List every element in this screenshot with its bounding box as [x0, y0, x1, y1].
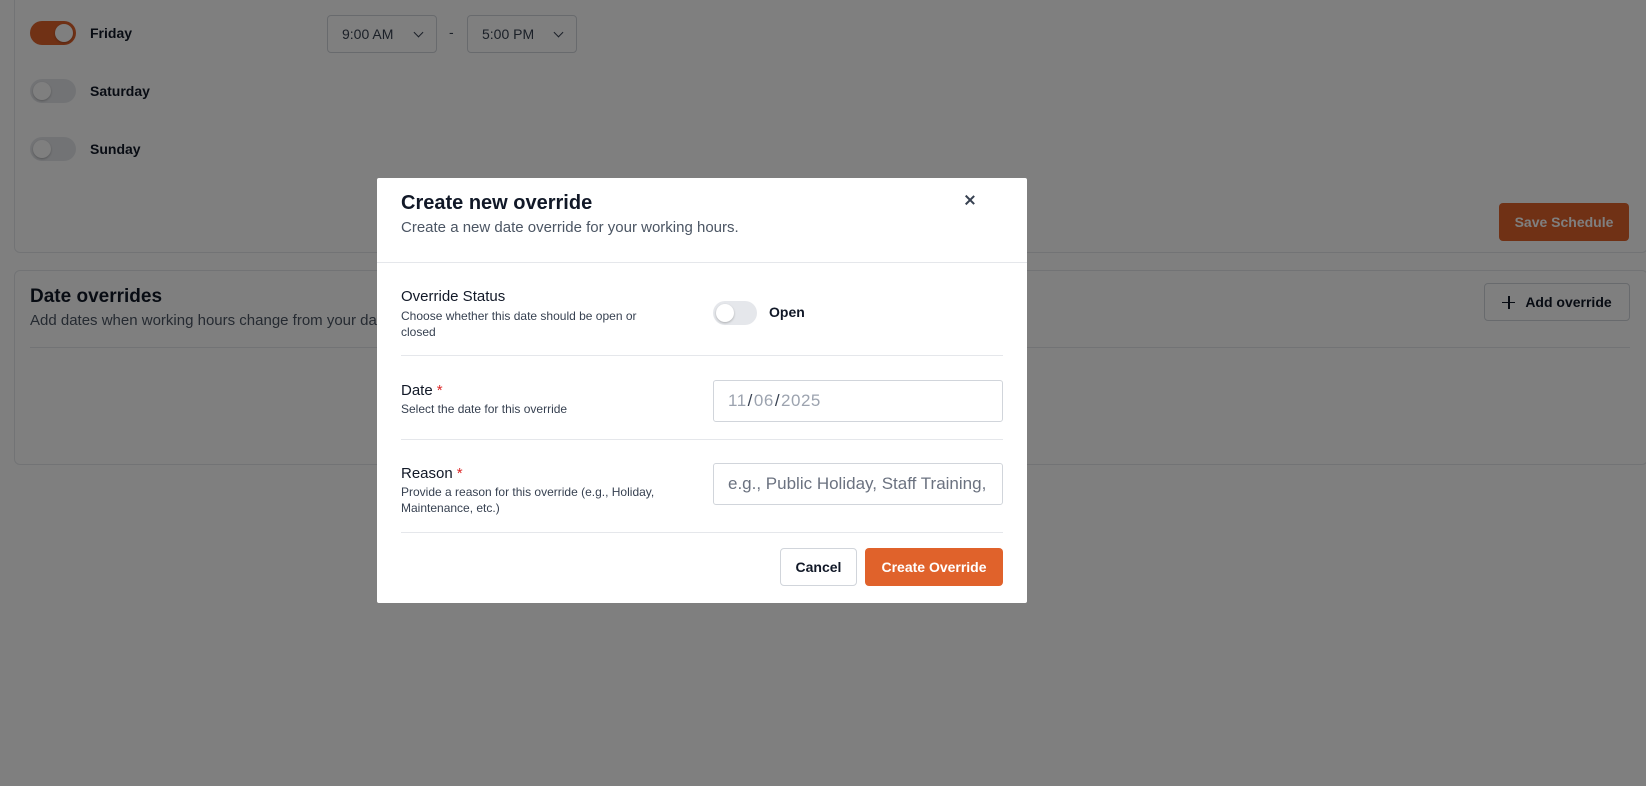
date-month-segment[interactable]: 11 — [728, 391, 747, 411]
reason-help: Provide a reason for this override (e.g.… — [401, 485, 655, 515]
date-separator: / — [747, 391, 753, 410]
required-mark: * — [436, 382, 443, 399]
dialog-header-divider — [377, 262, 1027, 263]
page: Friday 9:00 AM - 5:00 PM Saturday Sunday… — [0, 0, 1646, 786]
override-status-label: Override Status — [401, 288, 506, 305]
divider — [401, 532, 1003, 533]
date-separator: / — [774, 391, 781, 410]
override-status-value: Open — [769, 304, 805, 320]
close-icon[interactable] — [962, 192, 978, 208]
divider — [401, 439, 1003, 440]
divider — [401, 355, 1003, 356]
override-status-toggle[interactable] — [713, 301, 757, 325]
date-input[interactable]: 11 / 06 / 2025 — [713, 380, 1003, 422]
date-label: Date * — [401, 382, 443, 399]
date-day-segment[interactable]: 06 — [754, 391, 774, 411]
cancel-button[interactable]: Cancel — [780, 548, 857, 586]
required-mark: * — [456, 465, 463, 482]
reason-label-text: Reason — [401, 465, 453, 482]
reason-label: Reason * — [401, 465, 463, 482]
reason-input[interactable] — [713, 463, 1003, 505]
date-label-text: Date — [401, 382, 433, 399]
override-status-help: Choose whether this date should be open … — [401, 309, 637, 339]
toggle-knob — [716, 304, 734, 322]
create-override-button[interactable]: Create Override — [865, 548, 1003, 586]
create-override-dialog: Create new override Create a new date ov… — [377, 178, 1027, 603]
dialog-description: Create a new date override for your work… — [401, 219, 739, 236]
date-year-segment[interactable]: 2025 — [781, 391, 821, 411]
dialog-title: Create new override — [401, 192, 593, 214]
date-help: Select the date for this override — [401, 402, 568, 416]
